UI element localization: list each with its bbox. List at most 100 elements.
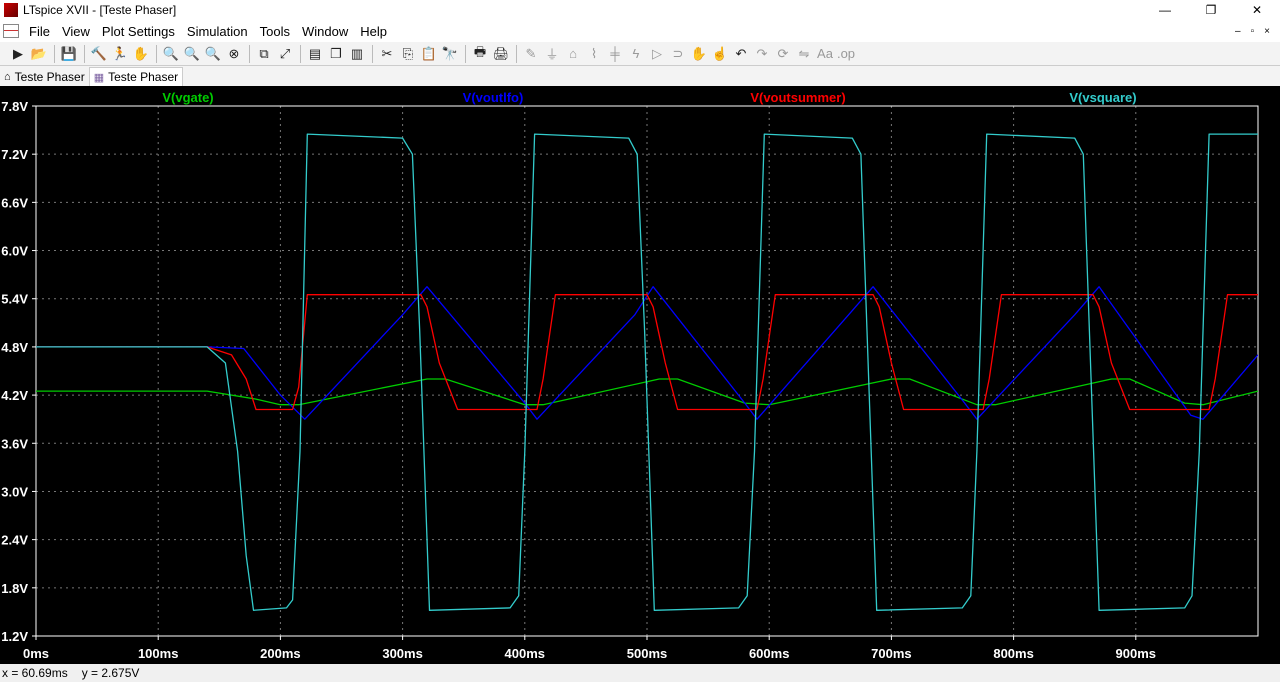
- zoom-cancel-icon[interactable]: ⊗: [224, 44, 244, 64]
- toolbar-separator: [516, 44, 517, 63]
- find-icon[interactable]: 🔭: [440, 44, 460, 64]
- y-tick-label: 7.8V: [1, 99, 28, 114]
- y-tick-label: 3.0V: [1, 484, 28, 499]
- y-tick-label: 3.6V: [1, 436, 28, 451]
- x-tick-label: 700ms: [871, 646, 911, 661]
- print-icon[interactable]: 🖶: [470, 44, 490, 64]
- cascade-icon[interactable]: ❐: [326, 44, 346, 64]
- x-tick-label: 400ms: [505, 646, 545, 661]
- fit-icon[interactable]: ⤢: [275, 44, 295, 64]
- toolbar: ▶ 📂 💾 🔨 🏃 ✋ 🔍 🔍 🔍 ⊗ ⧉ ⤢ ▤ ❐ ▥ ✂ ⎘ 📋 🔭 🖶 🖨 ✎ ⏚ ⌂ ⌇ ╪ ϟ ▷ ⊃ ✋ ☝ ↶ ↷ ⟳ ⇋ Aa .op: [0, 42, 1280, 66]
- menu-file[interactable]: File: [23, 24, 56, 39]
- mirror-icon[interactable]: ⇋: [794, 44, 814, 64]
- menu-help[interactable]: Help: [354, 24, 393, 39]
- tile-vertical-icon[interactable]: ▥: [347, 44, 367, 64]
- resistor-icon[interactable]: ⌇: [584, 44, 604, 64]
- tile-horizontal-icon[interactable]: ▤: [305, 44, 325, 64]
- cursor-x-readout: x = 60.69ms: [2, 666, 68, 680]
- tab-waveform-label: Teste Phaser: [108, 70, 179, 84]
- waveform-icon: ▦: [93, 71, 105, 84]
- capacitor-icon[interactable]: ╪: [605, 44, 625, 64]
- autorange-icon[interactable]: ⧉: [254, 44, 274, 64]
- control-panel-icon[interactable]: 🔨: [89, 44, 109, 64]
- x-tick-label: 800ms: [993, 646, 1033, 661]
- ltspice-app-icon: [4, 3, 18, 17]
- component-icon[interactable]: ⊃: [668, 44, 688, 64]
- inductor-icon[interactable]: ϟ: [626, 44, 646, 64]
- status-bar: x = 60.69ms y = 2.675V: [0, 664, 1280, 682]
- label-net-icon[interactable]: ⌂: [563, 44, 583, 64]
- waveform-plot-pane[interactable]: 7.8V 7.2V 6.6V 6.0V 5.4V 4.8V 4.2V 3.6V 3.0V 2.4V…: [0, 86, 1280, 664]
- toolbar-separator: [465, 44, 466, 63]
- x-tick-label: 500ms: [627, 646, 667, 661]
- zoom-out-icon[interactable]: 🔍: [203, 44, 223, 64]
- menu-bar: File View Plot Settings Simulation Tools…: [0, 20, 1280, 42]
- diode-icon[interactable]: ▷: [647, 44, 667, 64]
- x-tick-label: 100ms: [138, 646, 178, 661]
- drag-icon[interactable]: ☝: [710, 44, 730, 64]
- document-icon[interactable]: [3, 24, 19, 38]
- menu-simulation[interactable]: Simulation: [181, 24, 254, 39]
- save-icon[interactable]: 💾: [59, 44, 79, 64]
- spice-directive-icon[interactable]: .op: [836, 44, 856, 64]
- toolbar-separator: [249, 44, 250, 63]
- run-sim-icon[interactable]: 🏃: [110, 44, 130, 64]
- toolbar-separator: [54, 44, 55, 63]
- rotate-icon[interactable]: ⟳: [773, 44, 793, 64]
- y-tick-label: 1.8V: [1, 581, 28, 596]
- y-tick-label: 6.0V: [1, 244, 28, 259]
- legend-entry: V(voutlfo): [463, 90, 524, 105]
- mdi-controls: – ▫ ×: [1235, 26, 1280, 37]
- zoom-area-icon[interactable]: 🔍: [182, 44, 202, 64]
- toolbar-separator: [84, 44, 85, 63]
- x-tick-label: 600ms: [749, 646, 789, 661]
- redo-icon[interactable]: ↷: [752, 44, 772, 64]
- open-icon[interactable]: 📂: [29, 44, 49, 64]
- mdi-minimize-button[interactable]: –: [1235, 26, 1241, 37]
- y-tick-label: 7.2V: [1, 147, 28, 162]
- waveform-chart[interactable]: 7.8V 7.2V 6.6V 6.0V 5.4V 4.8V 4.2V 3.6V 3.0V 2.4V…: [0, 86, 1280, 664]
- undo-icon[interactable]: ↶: [731, 44, 751, 64]
- x-tick-label: 200ms: [260, 646, 300, 661]
- document-tabs: ⌂ Teste Phaser ▦ Teste Phaser: [0, 66, 1280, 86]
- window-title: LTspice XVII - [Teste Phaser]: [23, 3, 177, 17]
- y-tick-label: 4.8V: [1, 340, 28, 355]
- y-tick-label: 2.4V: [1, 533, 28, 548]
- cursor-y-readout: y = 2.675V: [81, 666, 140, 680]
- move-icon[interactable]: ✋: [689, 44, 709, 64]
- tab-waveform[interactable]: ▦ Teste Phaser: [88, 67, 184, 86]
- menu-plot-settings[interactable]: Plot Settings: [96, 24, 181, 39]
- close-button[interactable]: ✕: [1234, 0, 1280, 20]
- y-tick-label: 4.2V: [1, 388, 28, 403]
- mdi-close-button[interactable]: ×: [1264, 26, 1270, 37]
- copy-icon[interactable]: ⎘: [398, 44, 418, 64]
- wire-icon[interactable]: ✎: [521, 44, 541, 64]
- x-tick-label: 900ms: [1116, 646, 1156, 661]
- legend-entry: V(vsquare): [1069, 90, 1136, 105]
- grid-lines: [36, 106, 1258, 636]
- ground-icon[interactable]: ⏚: [542, 44, 562, 64]
- y-tick-label: 1.2V: [1, 629, 28, 644]
- tab-schematic[interactable]: ⌂ Teste Phaser: [0, 67, 89, 86]
- maximize-button[interactable]: ❐: [1188, 0, 1234, 20]
- zoom-in-icon[interactable]: 🔍: [161, 44, 181, 64]
- x-tick-label: 300ms: [382, 646, 422, 661]
- mdi-restore-button[interactable]: ▫: [1251, 26, 1255, 37]
- y-tick-label: 5.4V: [1, 292, 28, 307]
- legend-entry: V(vgate): [162, 90, 213, 105]
- paste-icon[interactable]: 📋: [419, 44, 439, 64]
- run-icon[interactable]: ▶: [8, 44, 28, 64]
- cut-icon[interactable]: ✂: [377, 44, 397, 64]
- pan-hand-icon[interactable]: ✋: [131, 44, 151, 64]
- x-tick-label: 0ms: [23, 646, 49, 661]
- schematic-icon: ⌂: [4, 70, 11, 83]
- minimize-button[interactable]: —: [1142, 0, 1188, 20]
- menu-tools[interactable]: Tools: [254, 24, 296, 39]
- text-icon[interactable]: Aa: [815, 44, 835, 64]
- menu-window[interactable]: Window: [296, 24, 354, 39]
- menu-view[interactable]: View: [56, 24, 96, 39]
- legend-entry: V(voutsummer): [750, 90, 845, 105]
- print-setup-icon[interactable]: 🖨: [491, 44, 511, 64]
- title-bar: LTspice XVII - [Teste Phaser] — ❐ ✕: [0, 0, 1280, 20]
- y-tick-label: 6.6V: [1, 195, 28, 210]
